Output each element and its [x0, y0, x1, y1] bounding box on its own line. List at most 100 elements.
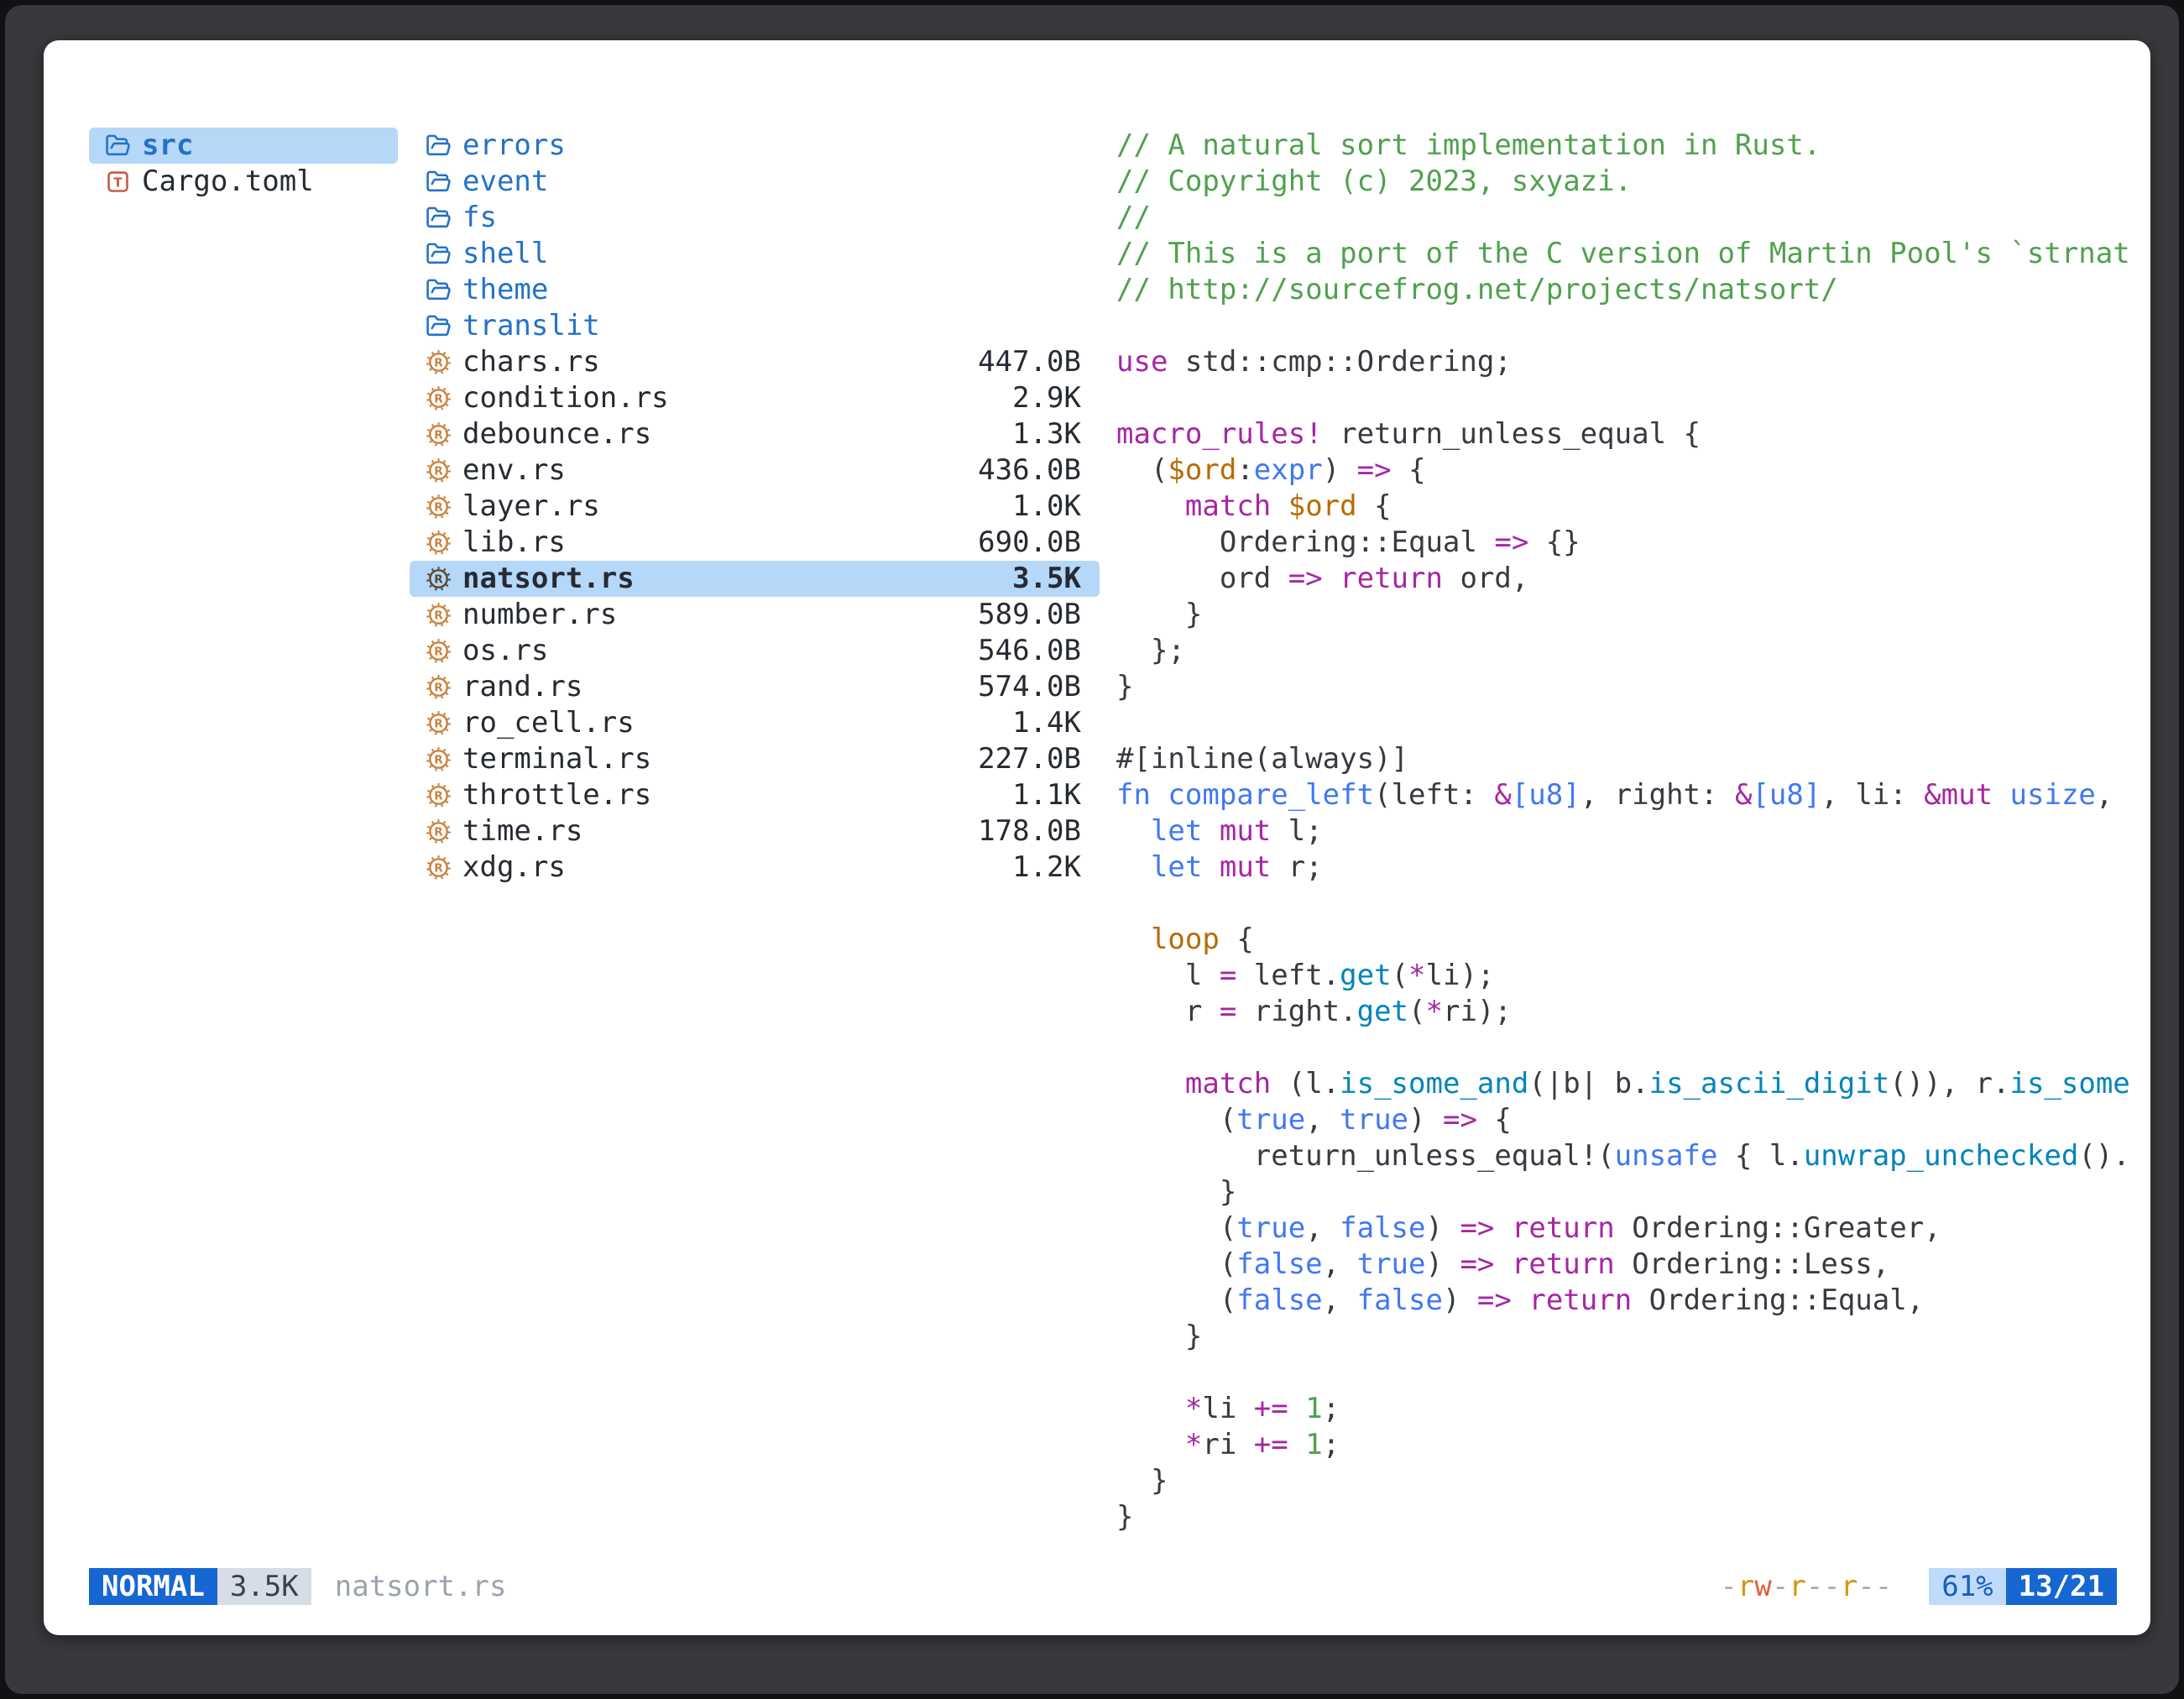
entry-size: 546.0B — [978, 633, 1081, 669]
svg-text:R: R — [434, 429, 443, 442]
status-bar: NORMAL 3.5K natsort.rs -rw-r--r-- 61% 13… — [89, 1568, 2117, 1605]
entry-size: 1.2K — [1012, 850, 1081, 886]
rust-file-icon: R — [421, 635, 455, 668]
dir-entry[interactable]: errors — [410, 128, 1100, 164]
entry-name: number.rs — [462, 597, 617, 633]
rust-file-icon: R — [421, 526, 455, 560]
entry-name: condition.rs — [462, 380, 669, 416]
toml-file-icon: T — [101, 165, 134, 199]
file-entry[interactable]: Rnumber.rs 589.0B — [410, 597, 1100, 633]
entry-name: shell — [462, 236, 548, 272]
svg-text:R: R — [434, 718, 443, 731]
entry-name: rand.rs — [462, 669, 583, 705]
file-entry[interactable]: Rcondition.rs 2.9K — [410, 380, 1100, 416]
entry-size: 1.0K — [1012, 489, 1081, 525]
entry-size: 2.9K — [1012, 380, 1081, 416]
entry-name: env.rs — [462, 452, 566, 489]
rust-file-icon: R — [421, 815, 455, 849]
file-entry[interactable]: Rrand.rs574.0B — [410, 669, 1100, 705]
code-line: l = left.get(*li); — [1116, 958, 2154, 994]
folder-open-icon — [421, 310, 455, 343]
file-entry[interactable]: Rlib.rs690.0B — [410, 525, 1100, 561]
entry-size: 227.0B — [978, 741, 1081, 777]
code-line: } — [1116, 1463, 2154, 1499]
dir-entry[interactable]: theme — [410, 272, 1100, 308]
entry-size: 3.5K — [1012, 561, 1081, 597]
code-line: fn compare_left(left: &[u8], right: &[u8… — [1116, 777, 2154, 813]
status-filename: natsort.rs — [335, 1570, 507, 1603]
folder-open-icon — [421, 238, 455, 271]
entry-name: time.rs — [462, 813, 583, 850]
code-line: use std::cmp::Ordering; — [1116, 344, 2154, 380]
file-entry[interactable]: Renv.rs 436.0B — [410, 452, 1100, 489]
entry-size: 589.0B — [978, 597, 1081, 633]
file-entry[interactable]: Rterminal.rs 227.0B — [410, 741, 1100, 777]
code-line: r = right.get(*ri); — [1116, 994, 2154, 1030]
folder-open-icon — [421, 201, 455, 235]
code-line: } — [1116, 669, 2154, 705]
file-entry[interactable]: Rchars.rs447.0B — [410, 344, 1100, 380]
code-line — [1116, 705, 2154, 741]
entry-name: src — [142, 128, 193, 164]
svg-text:R: R — [434, 754, 443, 767]
code-line: (true, false) => return Ordering::Greate… — [1116, 1210, 2154, 1247]
rust-file-icon: R — [421, 454, 455, 488]
file-entry[interactable]: Rdebounce.rs1.3K — [410, 416, 1100, 452]
code-line: } — [1116, 1174, 2154, 1210]
file-entry[interactable]: Rxdg.rs 1.2K — [410, 850, 1100, 886]
rust-file-icon: R — [421, 671, 455, 704]
parent-file-entry[interactable]: TCargo.toml — [89, 164, 398, 200]
code-line: } — [1116, 1319, 2154, 1355]
file-entry[interactable]: Rlayer.rs1.0K — [410, 489, 1100, 525]
code-line: (false, false) => return Ordering::Equal… — [1116, 1283, 2154, 1319]
rust-file-icon: R — [421, 346, 455, 379]
code-line: *li += 1; — [1116, 1391, 2154, 1427]
file-entry[interactable]: Rthrottle.rs1.1K — [410, 777, 1100, 813]
entry-size: 447.0B — [978, 344, 1081, 380]
dir-entry[interactable]: fs — [410, 200, 1100, 236]
svg-text:R: R — [434, 682, 443, 695]
code-line — [1116, 886, 2154, 922]
entry-name: fs — [462, 200, 497, 236]
file-entry[interactable]: Ros.rs 546.0B — [410, 633, 1100, 669]
entry-name: errors — [462, 128, 566, 164]
code-line — [1116, 1355, 2154, 1391]
scroll-percent-badge: 61% — [1929, 1568, 2005, 1605]
code-line: let mut l; — [1116, 813, 2154, 850]
file-entry[interactable]: Rtime.rs 178.0B — [410, 813, 1100, 850]
entry-size: 436.0B — [978, 452, 1081, 489]
code-line: } — [1116, 1499, 2154, 1535]
entry-name: ro_cell.rs — [462, 705, 635, 741]
file-entry[interactable]: Rnatsort.rs3.5K — [410, 561, 1100, 597]
code-line: macro_rules! return_unless_equal { — [1116, 416, 2154, 452]
svg-text:R: R — [434, 862, 443, 876]
code-line: match $ord { — [1116, 489, 2154, 525]
entry-name: lib.rs — [462, 525, 566, 561]
mode-badge: NORMAL — [89, 1568, 217, 1605]
entry-name: Cargo.toml — [142, 164, 314, 200]
rust-file-icon: R — [421, 743, 455, 776]
file-preview-pane: // A natural sort implementation in Rust… — [1116, 128, 2154, 1555]
code-line: // This is a port of the C version of Ma… — [1116, 236, 2154, 272]
code-line: *ri += 1; — [1116, 1427, 2154, 1463]
entry-name: event — [462, 164, 548, 200]
entry-name: translit — [462, 308, 600, 344]
code-line — [1116, 308, 2154, 344]
dir-entry[interactable]: event — [410, 164, 1100, 200]
parent-dir-entry[interactable]: src — [89, 128, 398, 164]
code-line: (true, true) => { — [1116, 1102, 2154, 1138]
entry-name: throttle.rs — [462, 777, 651, 813]
dir-entry[interactable]: translit — [410, 308, 1100, 344]
code-line: // Copyright (c) 2023, sxyazi. — [1116, 164, 2154, 200]
rust-file-icon: R — [421, 599, 455, 632]
entry-name: os.rs — [462, 633, 548, 669]
rust-file-icon: R — [421, 418, 455, 452]
entry-name: xdg.rs — [462, 850, 566, 886]
dir-entry[interactable]: shell — [410, 236, 1100, 272]
entry-name: terminal.rs — [462, 741, 651, 777]
rust-file-icon: R — [421, 490, 455, 524]
rust-file-icon: R — [421, 382, 455, 416]
code-line: // — [1116, 200, 2154, 236]
file-entry[interactable]: Rro_cell.rs1.4K — [410, 705, 1100, 741]
entry-size: 178.0B — [978, 813, 1081, 850]
